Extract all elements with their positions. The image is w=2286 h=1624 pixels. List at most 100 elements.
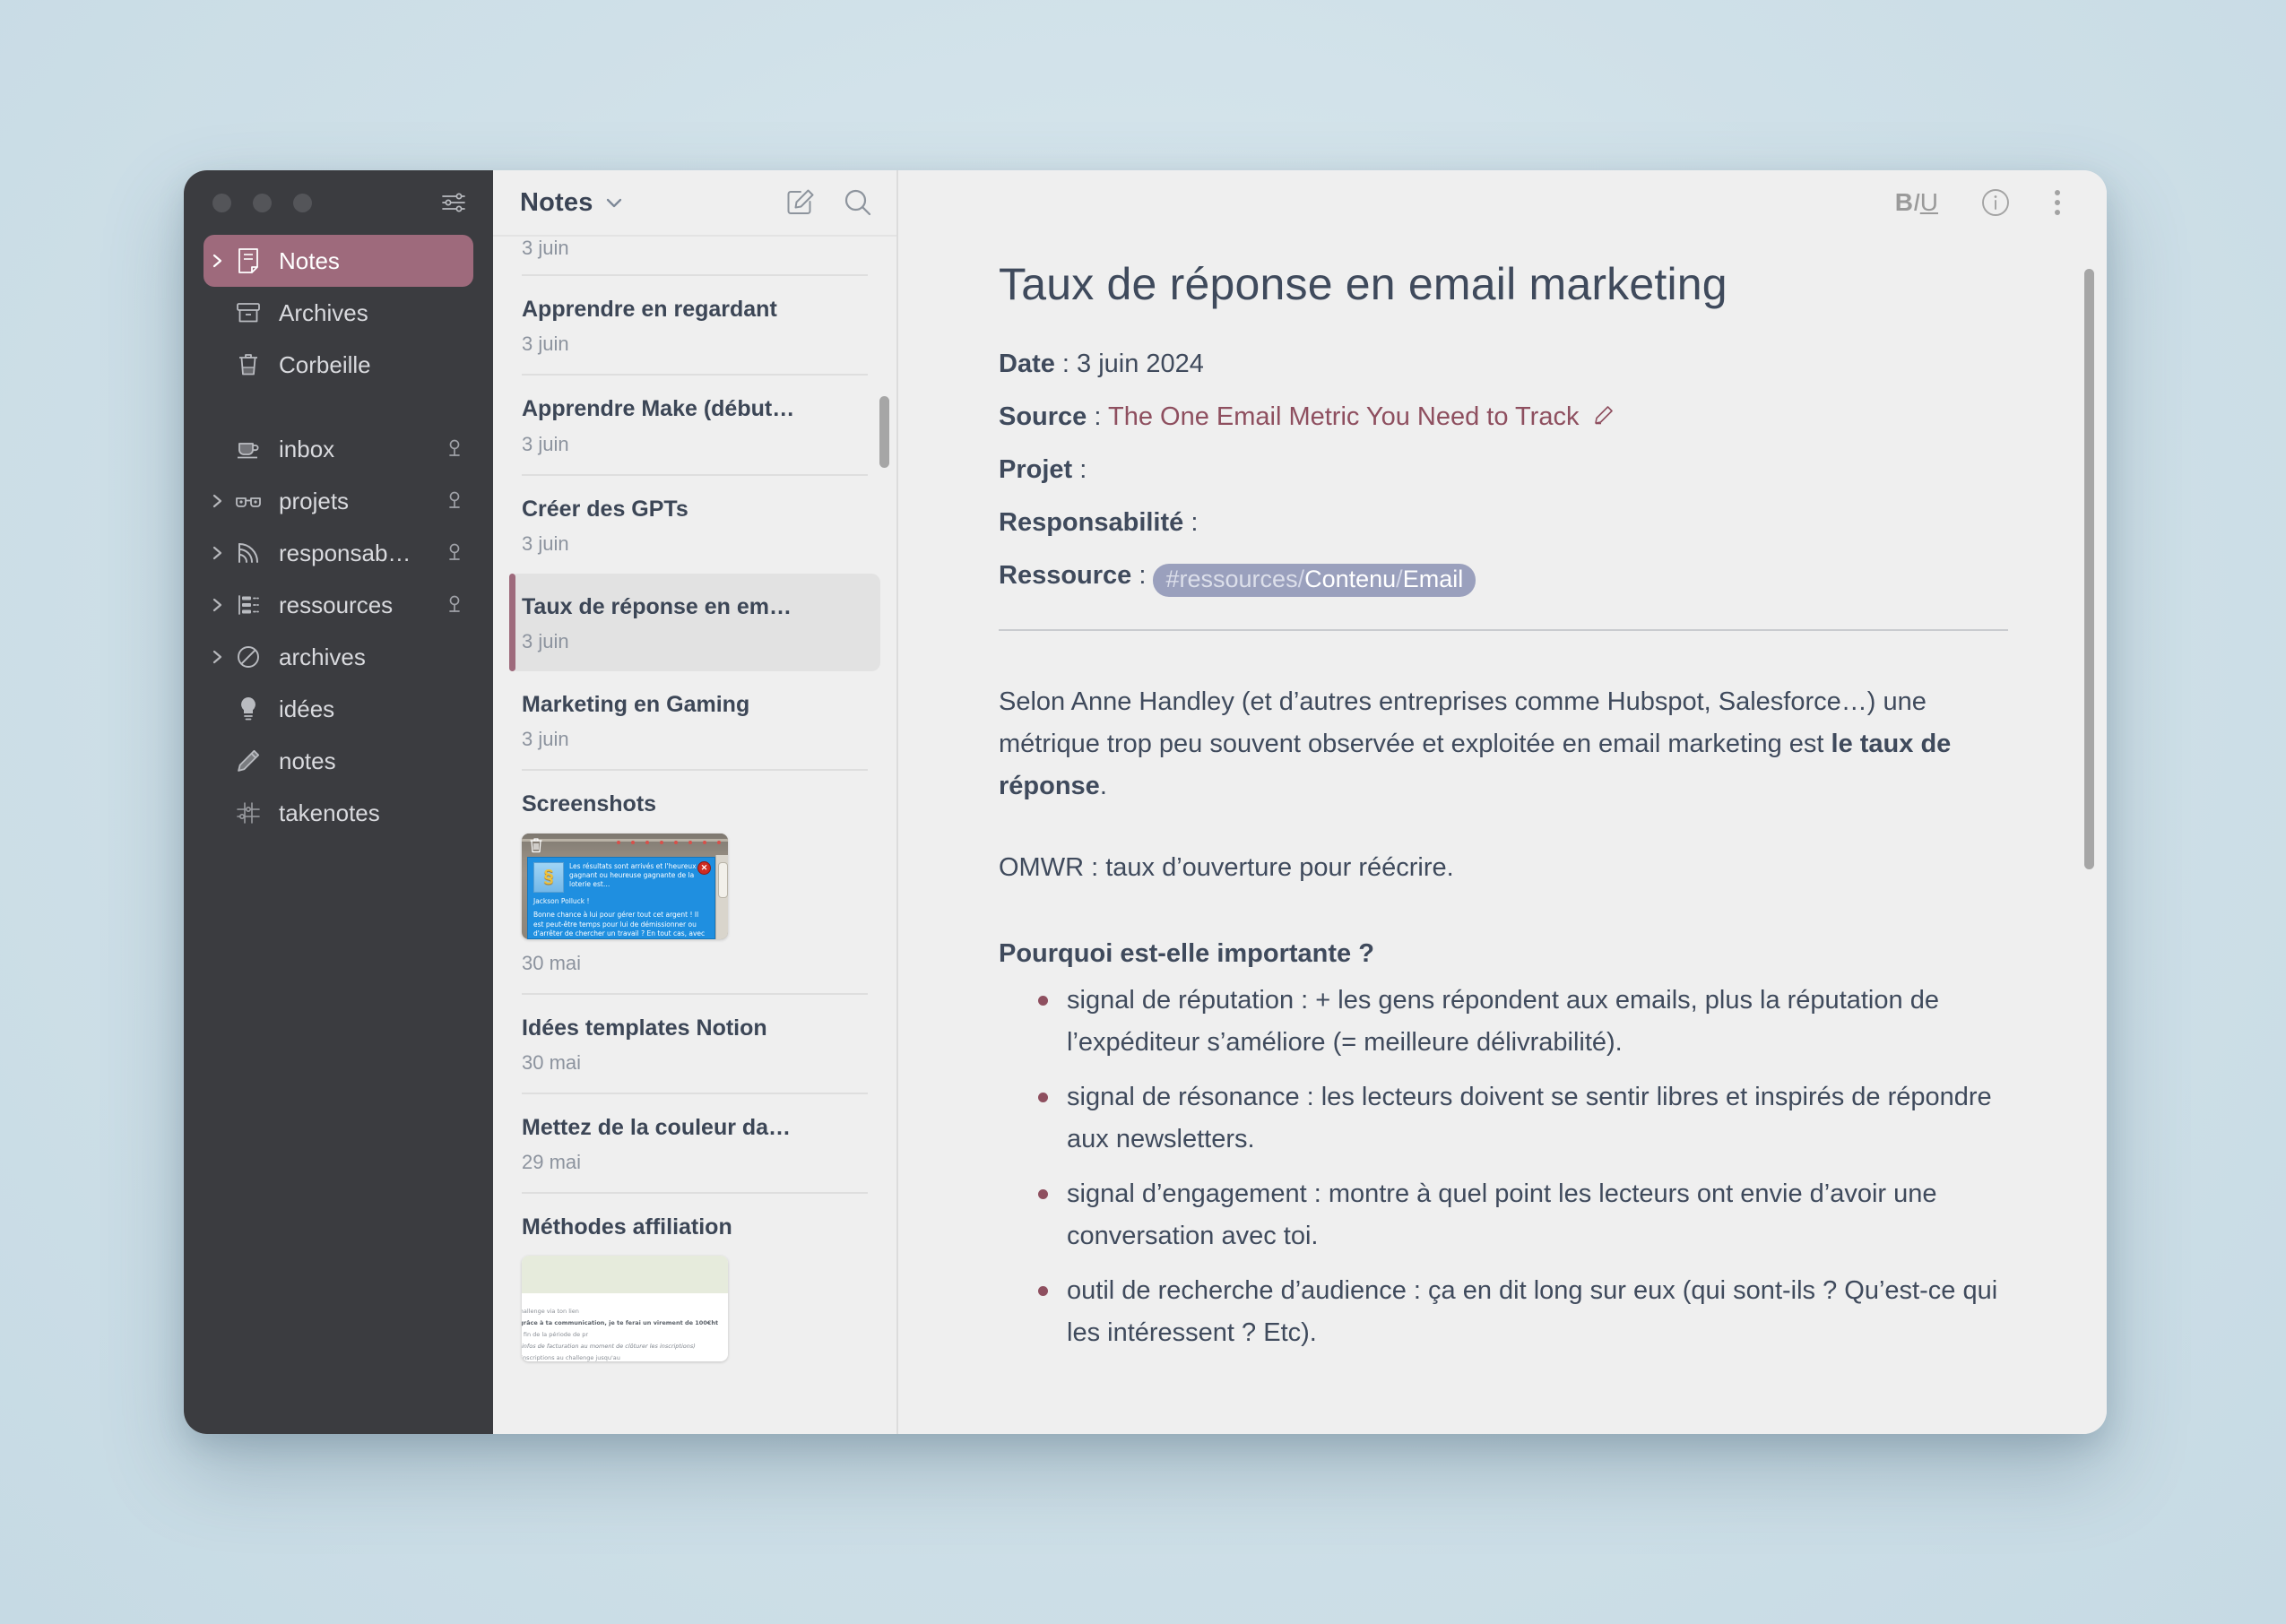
note-list-title: Notes: [520, 187, 593, 217]
close-button[interactable]: [212, 193, 231, 212]
sidebar-item-label: Notes: [279, 246, 340, 274]
pencil-icon[interactable]: [1586, 402, 1613, 431]
editor-scrollbar[interactable]: [2084, 269, 2094, 869]
list-item-date: 3 juin: [522, 728, 569, 751]
trash-icon[interactable]: [529, 837, 543, 858]
sidebar-item-archives-tag[interactable]: archives: [203, 631, 473, 683]
tag-sep-1: /: [1297, 566, 1305, 592]
list-item[interactable]: Méthodes affiliation u challenge via ton…: [509, 1194, 880, 1362]
thumb-doc-text: u challenge via ton lien ts grâce à ta c…: [522, 1306, 723, 1361]
pin-icon[interactable]: [446, 438, 463, 460]
zoom-button[interactable]: [293, 193, 312, 212]
italic-label: I: [1912, 188, 1920, 216]
paragraph-2: OMWR : taux d’ouverture pour réécrire.: [999, 852, 1454, 882]
chevron-right-icon[interactable]: [203, 596, 230, 614]
list-item[interactable]: 3 juin: [509, 237, 880, 274]
compose-icon[interactable]: [785, 187, 816, 218]
close-icon[interactable]: ✕: [697, 860, 711, 875]
meta-date-value: 3 juin 2024: [1077, 350, 1204, 378]
list-item-thumbnail[interactable]: § Les résultats sont arrivés et l'heureu…: [522, 833, 728, 939]
status-badge[interactable]: #ressources/Contenu/Email: [1153, 564, 1476, 597]
sidebar-item-notes[interactable]: Notes: [203, 235, 473, 287]
chevron-down-icon[interactable]: [604, 195, 624, 210]
sidebar-item-idees[interactable]: idées: [203, 683, 473, 735]
sidebar-item-ressources[interactable]: ressources: [203, 579, 473, 631]
list-item-title: Taux de réponse en em…: [522, 593, 792, 619]
note-list-scrollbar[interactable]: [879, 396, 889, 468]
glasses-icon: [230, 493, 266, 509]
more-vertical-icon[interactable]: [2053, 186, 2062, 219]
no-entry-icon: [230, 644, 266, 669]
source-link[interactable]: The One Email Metric You Need to Track: [1108, 402, 1579, 431]
note-icon: [230, 247, 266, 274]
sidebar-item-archives[interactable]: Archives: [203, 287, 473, 339]
list-item-title: Apprendre Make (début…: [522, 396, 795, 422]
chevron-right-icon[interactable]: [203, 648, 230, 666]
thumb-sims-body: Bonne chance à lui pour gérer tout cet a…: [533, 911, 706, 937]
pin-icon[interactable]: [446, 490, 463, 512]
chevron-right-icon[interactable]: [203, 492, 230, 510]
list-item[interactable]: Apprendre Make (début… 3 juin: [509, 376, 880, 473]
chevron-right-icon[interactable]: [203, 544, 230, 562]
thumb-sims-lights: [617, 840, 724, 850]
editor-toolbar: BIU: [898, 170, 2107, 235]
note-list-header: Notes: [493, 170, 896, 237]
sidebar-item-label: takenotes: [279, 799, 380, 826]
list-item[interactable]: Idées templates Notion 30 mai: [509, 995, 880, 1093]
thumb-doc-line-2a: ts grâce à ta communication, je te ferai…: [522, 1319, 654, 1327]
tag-hash: #: [1165, 566, 1180, 592]
sidebar-item-inbox[interactable]: inbox: [203, 423, 473, 475]
info-icon[interactable]: [1979, 186, 2012, 219]
thumb-doc-banner: [522, 1256, 728, 1294]
meta-responsabilite: Responsabilité :: [999, 510, 2008, 536]
list-item[interactable]: Screenshots § Les résultats sont arrivés…: [509, 771, 880, 992]
paragraph-1: Selon Anne Handley (et d’autres entrepri…: [999, 681, 2008, 808]
pin-icon[interactable]: [446, 594, 463, 616]
section-subheading: Pourquoi est-elle importante ?: [999, 938, 1374, 968]
thumb-doc-line-2c: à la fin de la période de pr: [522, 1331, 588, 1339]
list-item[interactable]: Apprendre en regardant 3 juin: [509, 276, 880, 374]
list-item-date: 29 mai: [522, 1151, 582, 1173]
thumb-sims-dialog-header: § Les résultats sont arrivés et l'heureu…: [533, 861, 709, 893]
page-title[interactable]: Taux de réponse en email marketing: [999, 258, 2008, 310]
meta-ressource-sep: :: [1131, 561, 1154, 590]
list-item-thumbnail[interactable]: u challenge via ton lien ts grâce à ta c…: [522, 1256, 728, 1362]
list-item-date: 30 mai: [522, 1050, 582, 1074]
hash-slider-icon: [230, 800, 266, 825]
search-icon[interactable]: [843, 187, 873, 218]
meta-date-key: Date: [999, 350, 1055, 378]
list-item-title: Idées templates Notion: [522, 1015, 767, 1041]
meta-ressource: Ressource : #ressources/Contenu/Email: [999, 563, 2008, 597]
sidebar: Notes Archives Corbeille inbox projets r…: [184, 170, 493, 1434]
sidebar-item-takenotes[interactable]: takenotes: [203, 787, 473, 839]
underline-label: U: [1919, 188, 1938, 216]
sidebar-item-notes-tag[interactable]: notes: [203, 735, 473, 787]
sliders-icon[interactable]: [441, 192, 466, 213]
format-biu-button[interactable]: BIU: [1895, 188, 1938, 217]
sidebar-item-corbeille[interactable]: Corbeille: [203, 339, 473, 391]
sidebar-item-label: responsab…: [279, 539, 411, 566]
app-window: Notes Archives Corbeille inbox projets r…: [184, 170, 2107, 1434]
list-item-date: 30 mai: [522, 951, 582, 974]
minimize-button[interactable]: [253, 193, 272, 212]
sidebar-item-responsabilites[interactable]: responsab…: [203, 527, 473, 579]
pin-icon[interactable]: [446, 542, 463, 564]
sidebar-item-label: Archives: [279, 298, 368, 326]
meta-date: Date : 3 juin 2024: [999, 351, 2008, 377]
list-item[interactable]: Marketing en Gaming 3 juin: [509, 671, 880, 769]
list-item-date: 3 juin: [522, 432, 569, 455]
list-item-title: Apprendre en regardant: [522, 297, 777, 322]
chevron-right-icon[interactable]: [203, 252, 230, 270]
editor-content[interactable]: Taux de réponse en email marketing Date …: [898, 235, 2107, 1434]
note-list-actions: [785, 187, 873, 218]
sidebar-item-label: notes: [279, 747, 336, 774]
list-item[interactable]: Créer des GPTs 3 juin: [509, 476, 880, 574]
sidebar-item-label: archives: [279, 643, 366, 670]
sidebar-item-projets[interactable]: projets: [203, 475, 473, 527]
thumb-sims-winner: Jackson Polluck !: [533, 896, 590, 905]
thumb-doc-line-3: tes infos de facturation au moment de cl…: [522, 1343, 696, 1351]
list-item-title: Marketing en Gaming: [522, 692, 750, 717]
list-item[interactable]: Mettez de la couleur da… 29 mai: [509, 1094, 880, 1192]
note-list-scroll-area[interactable]: 3 juin Apprendre en regardant 3 juin App…: [493, 237, 896, 1434]
list-item-selected[interactable]: Taux de réponse en em… 3 juin: [509, 573, 880, 672]
